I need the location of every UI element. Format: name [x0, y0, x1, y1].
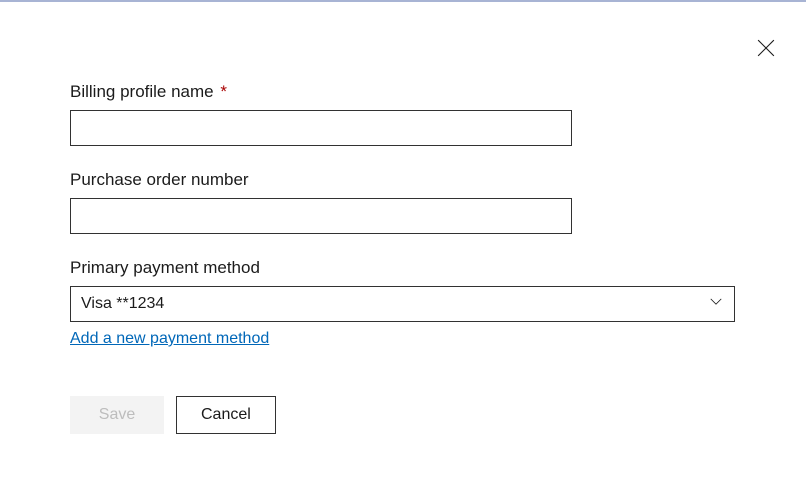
save-button[interactable]: Save — [70, 396, 164, 434]
purchase-order-number-input[interactable] — [70, 198, 572, 234]
cancel-button[interactable]: Cancel — [176, 396, 276, 434]
primary-payment-method-select[interactable]: Visa **1234 — [70, 286, 735, 322]
required-indicator: * — [220, 82, 227, 101]
close-button[interactable] — [756, 40, 776, 60]
purchase-order-number-label: Purchase order number — [70, 170, 736, 190]
primary-payment-method-group: Primary payment method Visa **1234 Add a… — [70, 258, 736, 348]
billing-profile-name-label-text: Billing profile name — [70, 82, 214, 101]
payment-method-select-wrapper: Visa **1234 — [70, 286, 735, 322]
purchase-order-number-group: Purchase order number — [70, 170, 736, 234]
billing-profile-name-label: Billing profile name * — [70, 82, 736, 102]
billing-profile-name-group: Billing profile name * — [70, 82, 736, 146]
close-icon — [757, 39, 775, 62]
add-payment-method-link[interactable]: Add a new payment method — [70, 330, 269, 348]
billing-form: Billing profile name * Purchase order nu… — [0, 2, 806, 434]
button-row: Save Cancel — [70, 396, 736, 434]
primary-payment-method-label: Primary payment method — [70, 258, 736, 278]
billing-profile-name-input[interactable] — [70, 110, 572, 146]
